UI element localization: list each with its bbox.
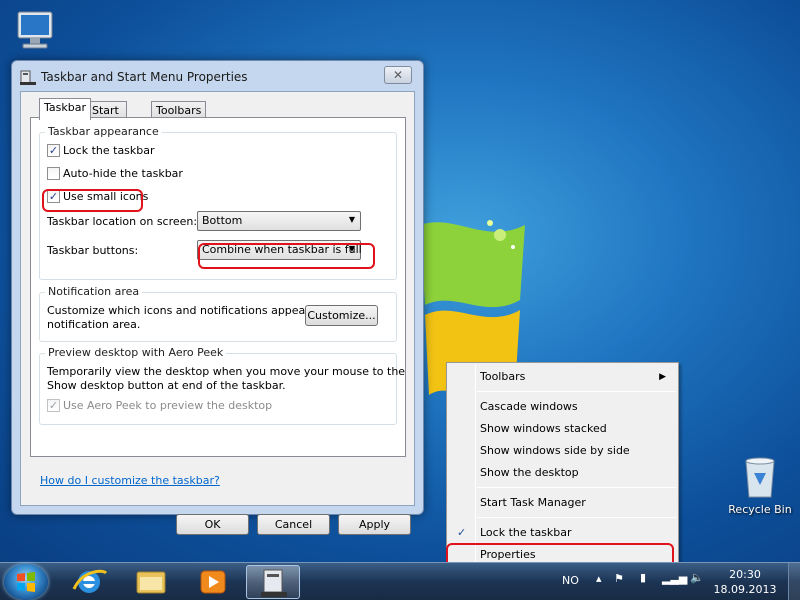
menu-item-stacked[interactable]: Show windows stacked — [449, 418, 678, 440]
taskbar-context-menu: Toolbars ▶ Cascade windows Show windows … — [446, 362, 679, 572]
show-desktop-button[interactable] — [788, 563, 800, 600]
location-label-text: Taskbar location on screen: — [47, 215, 198, 228]
menu-item-side-by-side[interactable]: Show windows side by side — [449, 440, 678, 462]
notification-area-group: Notification area Customize which icons … — [39, 285, 397, 342]
menu-item-cascade[interactable]: Cascade windows — [449, 396, 678, 418]
taskbar-tab-panel: Taskbar appearance ✓ Lock the taskbar Au… — [30, 117, 406, 457]
show-hidden-icons-button[interactable]: ▴ — [596, 572, 602, 585]
peek-text: Show desktop button at end of the taskba… — [47, 379, 286, 392]
checkbox-box[interactable]: ✓ — [47, 144, 60, 157]
dialog-title: Taskbar and Start Menu Properties — [41, 70, 248, 84]
autohide-checkbox[interactable]: Auto-hide the taskbar — [47, 167, 183, 180]
battery-icon[interactable]: ▮ — [640, 571, 646, 584]
start-button[interactable] — [4, 564, 48, 600]
menu-item-label: Lock the taskbar — [480, 526, 572, 539]
menu-item-toolbars[interactable]: Toolbars ▶ — [449, 366, 678, 388]
checkbox-label: Auto-hide the taskbar — [63, 167, 183, 180]
buttons-label: Taskbar buttons: — [47, 244, 138, 257]
buttons-label-text: Taskbar buttons: — [47, 244, 139, 257]
menu-item-label: Toolbars — [480, 370, 526, 383]
notification-text: notification area. — [47, 318, 141, 331]
media-player-icon — [200, 570, 226, 594]
peek-text-1: Temporarily view the desktop when you mo… — [47, 365, 405, 378]
checkbox-label: Use Aero Peek to preview the desktop — [63, 399, 273, 412]
chevron-down-icon: ▼ — [348, 244, 355, 253]
notification-text: Customize which icons and notifications … — [47, 304, 345, 317]
submenu-arrow-icon: ▶ — [659, 372, 666, 382]
taskbar-internet-explorer[interactable] — [62, 565, 116, 599]
taskbar-appearance-group: Taskbar appearance ✓ Lock the taskbar Au… — [39, 125, 397, 280]
checkbox-box: ✓ — [47, 399, 60, 412]
language-indicator[interactable]: NO — [562, 574, 579, 587]
action-center-flag-icon[interactable]: ⚑ — [614, 572, 624, 585]
lock-taskbar-checkbox[interactable]: ✓ Lock the taskbar — [47, 144, 155, 157]
taskbar-properties-icon — [20, 70, 36, 85]
chevron-down-icon: ▼ — [348, 215, 355, 224]
dropdown-value: Combine when taskbar is full — [202, 243, 362, 256]
notification-text-2: notification area. — [47, 318, 140, 331]
clock-date: 18.09.2013 — [713, 583, 777, 596]
recycle-bin[interactable]: Recycle Bin — [722, 455, 798, 516]
taskbar-properties-window[interactable] — [246, 565, 300, 599]
taskbar-media-player[interactable] — [186, 565, 240, 599]
taskbar-file-explorer[interactable] — [124, 565, 178, 599]
checkbox-label: Use small icons — [63, 190, 149, 203]
file-explorer-icon — [136, 571, 166, 594]
peek-text: Temporarily view the desktop when you mo… — [47, 365, 406, 378]
dropdown-value: Bottom — [202, 214, 243, 227]
taskbar-properties-icon — [261, 569, 287, 597]
aero-peek-checkbox: ✓ Use Aero Peek to preview the desktop — [47, 399, 272, 412]
taskbar-properties-dialog: Taskbar and Start Menu Properties ✕ Task… — [11, 60, 424, 535]
menu-item-show-desktop[interactable]: Show the desktop — [449, 462, 678, 484]
checkmark-icon: ✓ — [457, 526, 467, 539]
group-legend: Preview desktop with Aero Peek — [45, 346, 227, 359]
taskbar: NO ▴ ⚑ ▮ ▂▃▅ 🔈 20:30 18.09.2013 — [0, 562, 800, 600]
recycle-bin-icon — [743, 455, 777, 499]
location-label: Taskbar location on screen: — [47, 215, 197, 228]
tab-taskbar[interactable]: Taskbar — [39, 98, 91, 120]
title-bar[interactable]: Taskbar and Start Menu Properties ✕ — [12, 61, 423, 91]
taskbar-location-dropdown[interactable]: Bottom ▼ — [197, 211, 361, 231]
checkbox-box[interactable] — [47, 167, 60, 180]
menu-separator — [477, 487, 676, 488]
help-link[interactable]: How do I customize the taskbar? — [40, 474, 220, 487]
cancel-button[interactable]: Cancel — [257, 514, 330, 535]
close-button[interactable]: ✕ — [384, 66, 412, 84]
network-signal-icon[interactable]: ▂▃▅ — [662, 572, 687, 585]
small-icons-checkbox[interactable]: ✓ Use small icons — [47, 190, 148, 203]
peek-text-2: Show desktop button at end of the taskba… — [47, 379, 286, 392]
clock-time: 20:30 — [729, 568, 761, 581]
volume-icon[interactable]: 🔈 — [690, 571, 704, 584]
group-legend: Taskbar appearance — [45, 125, 162, 138]
group-legend: Notification area — [45, 285, 143, 298]
recycle-bin-label: Recycle Bin — [728, 503, 792, 516]
dialog-client: Taskbar Start Menu Toolbars Taskbar appe… — [20, 91, 415, 535]
menu-item-lock-taskbar[interactable]: ✓ Lock the taskbar — [449, 522, 678, 544]
windows-start-orb — [17, 572, 35, 592]
notification-text-1: Customize which icons and notifications … — [47, 304, 345, 317]
system-clock[interactable]: 20:30 18.09.2013 — [712, 567, 778, 597]
apply-button[interactable]: Apply — [338, 514, 411, 535]
checkbox-box[interactable]: ✓ — [47, 190, 60, 203]
menu-item-task-manager[interactable]: Start Task Manager — [449, 492, 678, 514]
customize-button[interactable]: Customize... — [305, 305, 378, 326]
taskbar-buttons-dropdown[interactable]: Combine when taskbar is full ▼ — [197, 240, 362, 260]
close-icon: ✕ — [392, 68, 404, 82]
menu-separator — [477, 517, 676, 518]
ok-button[interactable]: OK — [176, 514, 249, 535]
computer-icon[interactable] — [10, 8, 60, 58]
aero-peek-group: Preview desktop with Aero Peek Temporari… — [39, 346, 405, 425]
menu-separator — [477, 391, 676, 392]
internet-explorer-icon — [72, 569, 108, 593]
checkbox-label: Lock the taskbar — [63, 144, 155, 157]
